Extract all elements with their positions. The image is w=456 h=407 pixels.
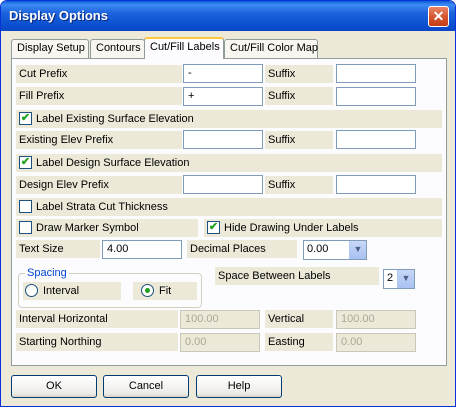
fit-radio[interactable] xyxy=(141,284,154,297)
design-prefix-label: Design Elev Prefix xyxy=(16,176,182,194)
label-existing-text: Label Existing Surface Elevation xyxy=(36,113,194,125)
close-icon: ✕ xyxy=(432,8,445,24)
cut-suffix-input[interactable] xyxy=(336,64,416,83)
interval-horizontal-input[interactable]: 100.00 xyxy=(180,310,260,329)
title-bar: Display Options ✕ xyxy=(1,1,455,31)
existing-prefix-label: Existing Elev Prefix xyxy=(16,131,182,149)
interval-radio[interactable] xyxy=(25,284,38,297)
draw-marker-checkbox[interactable] xyxy=(19,221,32,234)
label-strata-checkbox[interactable] xyxy=(19,200,32,213)
text-size-input[interactable]: 4.00 xyxy=(102,240,182,259)
tab-cut-fill-labels[interactable]: Cut/Fill Labels xyxy=(144,37,224,59)
decimal-places-value: 0.00 xyxy=(307,243,329,255)
tab-contours[interactable]: Contours xyxy=(90,39,145,58)
help-button[interactable]: Help xyxy=(196,375,282,398)
label-strata-row[interactable]: Label Strata Cut Thickness xyxy=(16,198,442,216)
label-design-checkbox[interactable]: ✔ xyxy=(19,156,32,169)
window-title: Display Options xyxy=(9,8,108,23)
fill-prefix-input[interactable]: + xyxy=(183,87,263,106)
interval-radio-label: Interval xyxy=(43,285,80,297)
tab-display-setup[interactable]: Display Setup xyxy=(11,39,89,58)
ok-button[interactable]: OK xyxy=(11,375,97,398)
easting-input[interactable]: 0.00 xyxy=(336,333,416,352)
interval-horizontal-label: Interval Horizontal xyxy=(16,310,178,328)
label-existing-checkbox[interactable]: ✔ xyxy=(19,112,32,125)
space-between-label: Space Between Labels xyxy=(215,267,379,285)
text-size-label: Text Size xyxy=(16,240,100,258)
fit-radio-label: Fit xyxy=(159,285,172,297)
vertical-label: Vertical xyxy=(265,310,333,328)
starting-northing-input[interactable]: 0.00 xyxy=(180,333,260,352)
label-existing-row[interactable]: ✔ Label Existing Surface Elevation xyxy=(16,110,442,128)
design-suffix-label: Suffix xyxy=(265,176,333,194)
hide-drawing-checkbox[interactable]: ✔ xyxy=(207,221,220,234)
display-options-dialog: Display Options ✕ Display Setup Contours… xyxy=(0,0,456,407)
fill-suffix-input[interactable] xyxy=(336,87,416,106)
existing-prefix-input[interactable] xyxy=(183,130,263,149)
spacing-group-title: Spacing xyxy=(25,267,69,279)
label-design-row[interactable]: ✔ Label Design Surface Elevation xyxy=(16,154,442,172)
cut-prefix-input[interactable]: - xyxy=(183,64,263,83)
space-between-value: 2 xyxy=(387,272,394,284)
existing-suffix-label: Suffix xyxy=(265,131,333,149)
space-between-select[interactable]: 2 ▼ xyxy=(383,269,415,289)
fit-radio-row[interactable]: Fit xyxy=(133,282,197,300)
spacing-group: Spacing Interval Fit xyxy=(18,267,202,308)
cut-suffix-label: Suffix xyxy=(265,65,333,83)
vertical-input[interactable]: 100.00 xyxy=(336,310,416,329)
hide-drawing-row[interactable]: ✔ Hide Drawing Under Labels xyxy=(204,219,442,237)
starting-northing-label: Starting Northing xyxy=(16,333,178,351)
decimal-places-label: Decimal Places xyxy=(187,240,297,258)
draw-marker-text: Draw Marker Symbol xyxy=(36,222,139,234)
design-suffix-input[interactable] xyxy=(336,175,416,194)
design-prefix-input[interactable] xyxy=(183,175,263,194)
chevron-down-icon[interactable]: ▼ xyxy=(349,241,366,259)
hide-drawing-text: Hide Drawing Under Labels xyxy=(224,222,359,234)
decimal-places-select[interactable]: 0.00 ▼ xyxy=(303,240,367,260)
fill-prefix-label: Fill Prefix xyxy=(16,87,182,105)
tab-cut-fill-color-map[interactable]: Cut/Fill Color Map xyxy=(224,39,318,58)
close-button[interactable]: ✕ xyxy=(428,6,449,27)
cut-prefix-label: Cut Prefix xyxy=(16,65,182,83)
label-design-text: Label Design Surface Elevation xyxy=(36,157,190,169)
existing-suffix-input[interactable] xyxy=(336,130,416,149)
label-strata-text: Label Strata Cut Thickness xyxy=(36,201,168,213)
draw-marker-row[interactable]: Draw Marker Symbol xyxy=(16,219,198,237)
cancel-button[interactable]: Cancel xyxy=(103,375,189,398)
interval-radio-row[interactable]: Interval xyxy=(23,282,121,300)
easting-label: Easting xyxy=(265,333,333,351)
chevron-down-icon[interactable]: ▼ xyxy=(397,270,414,288)
cut-fill-labels-panel: Cut Prefix - Suffix Fill Prefix + Suffix… xyxy=(11,58,447,366)
fill-suffix-label: Suffix xyxy=(265,87,333,105)
